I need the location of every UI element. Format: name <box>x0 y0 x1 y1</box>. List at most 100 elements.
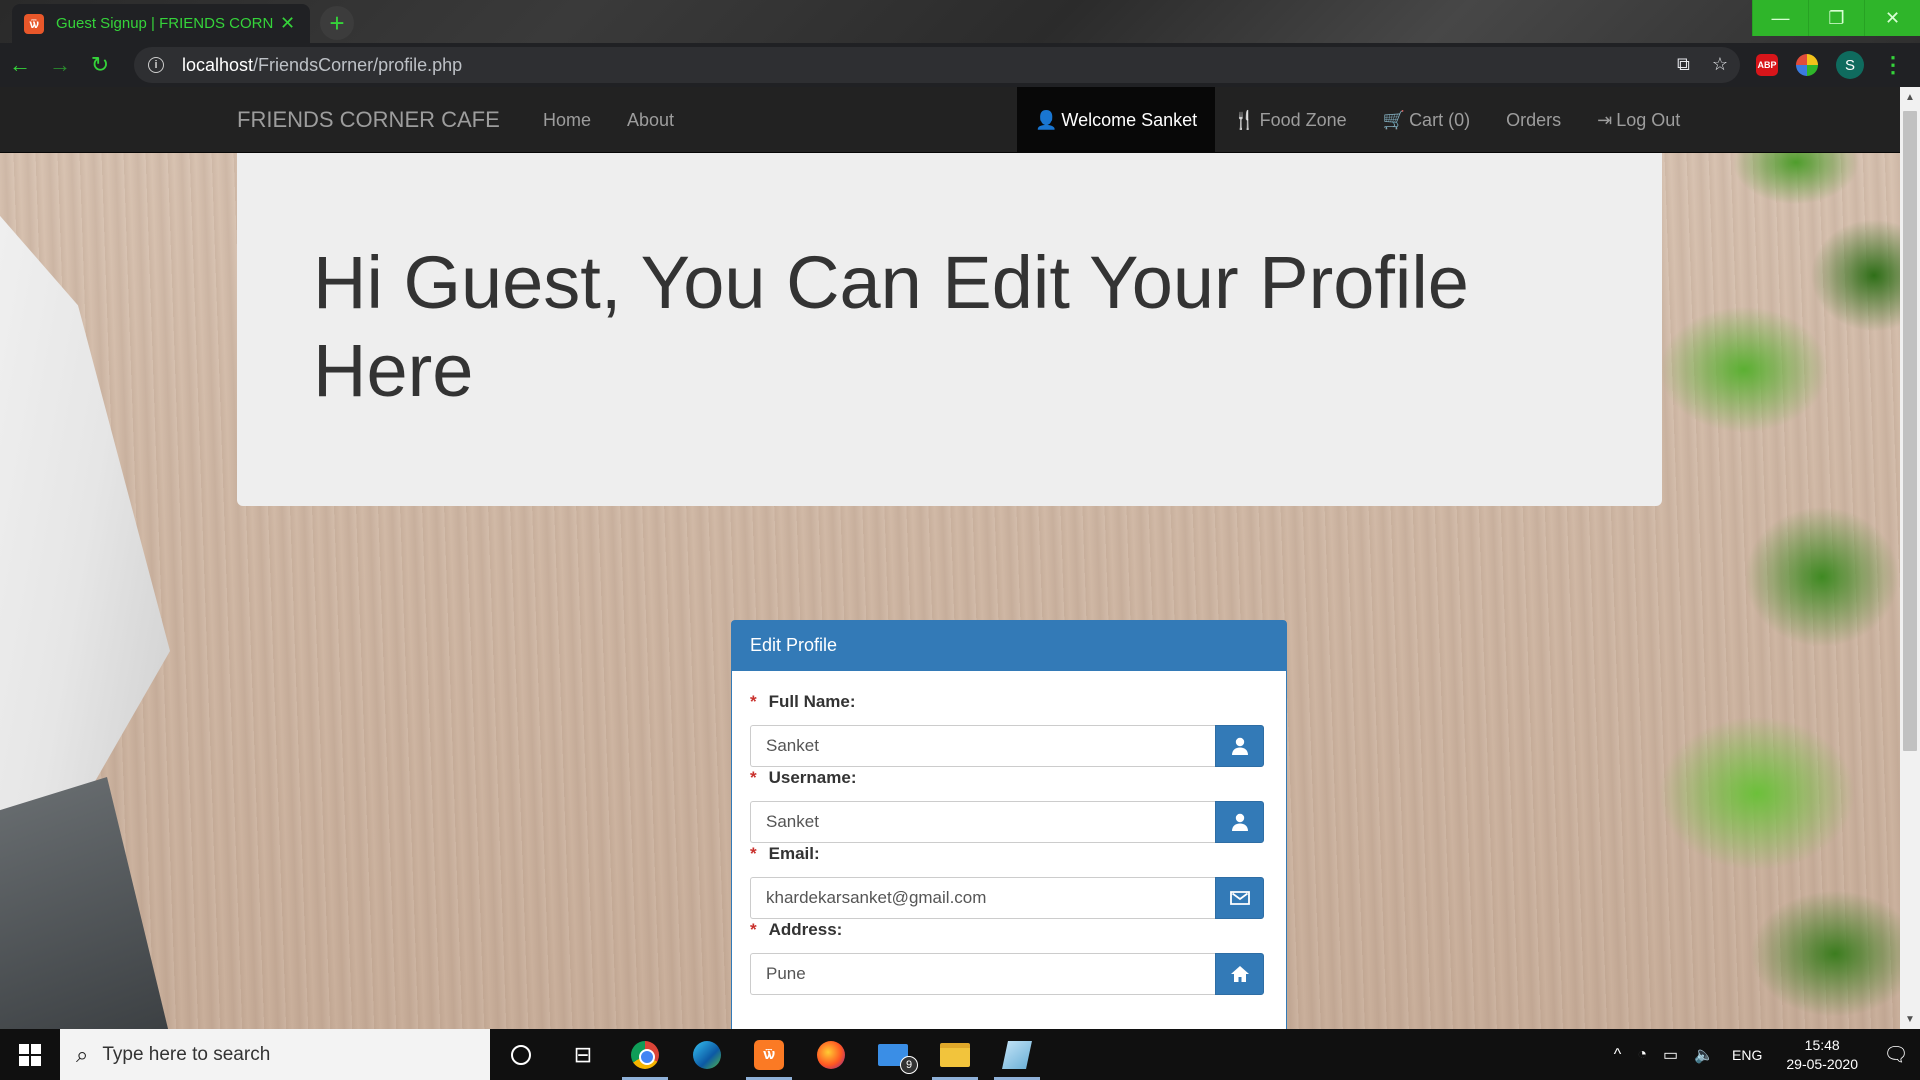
full-name-input[interactable] <box>750 725 1215 767</box>
address-label: * Address: <box>750 919 1264 941</box>
nav-food-zone[interactable]: 🍴 Food Zone <box>1215 87 1364 153</box>
reload-icon[interactable]: ↻ <box>80 47 120 83</box>
username-input[interactable] <box>750 801 1215 843</box>
cortana-icon <box>511 1044 531 1065</box>
required-marker: * <box>750 844 757 863</box>
username-input-group <box>750 801 1264 843</box>
edit-profile-panel: Edit Profile * Full Name: * Username: <box>731 620 1287 1029</box>
panel-heading: Edit Profile <box>732 621 1286 671</box>
forward-arrow-icon[interactable]: → <box>40 47 80 83</box>
extensions-area: ABP S ⋮ <box>1756 43 1920 87</box>
address-input[interactable] <box>750 953 1215 995</box>
taskbar-firefox[interactable] <box>800 1029 862 1080</box>
full-name-label-text: Full Name: <box>768 692 856 711</box>
user-icon[interactable] <box>1215 725 1264 767</box>
cart-icon: 🛒 <box>1382 110 1406 130</box>
address-bar[interactable]: i localhost/FriendsCorner/profile.php ⧉ … <box>134 47 1740 83</box>
knife-blade-background <box>0 147 170 867</box>
page-scrollbar[interactable]: ▲ ▼ <box>1900 87 1920 1029</box>
site-brand[interactable]: FRIENDS CORNER CAFE <box>237 107 500 133</box>
required-marker: * <box>750 692 757 711</box>
email-field[interactable] <box>750 877 1215 919</box>
adblock-plus-icon[interactable]: ABP <box>1756 54 1778 76</box>
username-label-text: Username: <box>768 768 857 787</box>
search-icon: ⌕ <box>76 1041 89 1067</box>
windows-logo-icon <box>19 1043 41 1066</box>
taskbar-file-explorer[interactable] <box>924 1029 986 1080</box>
taskbar-notes[interactable] <box>986 1029 1048 1080</box>
folder-icon <box>940 1042 970 1067</box>
bookmark-star-icon[interactable]: ☆ <box>1712 54 1728 75</box>
restore-button[interactable]: ❐ <box>1808 0 1864 36</box>
full-name-group: * Full Name: <box>750 691 1264 767</box>
system-tray: ^ ◔ ▭ 🔈 ENG 15:48 29-05-2020 🗨 <box>1606 1029 1920 1080</box>
scroll-up-arrow-icon[interactable]: ▲ <box>1900 87 1920 107</box>
nav-cart[interactable]: 🛒 Cart (0) <box>1365 87 1488 153</box>
logout-label: Log Out <box>1616 110 1681 130</box>
new-tab-button[interactable]: + <box>320 6 354 40</box>
scroll-thumb[interactable] <box>1903 111 1917 751</box>
url-text[interactable]: localhost/FriendsCorner/profile.php <box>182 55 462 76</box>
browser-tab[interactable]: ѿ Guest Signup | FRIENDS CORNER CAFE ✕ <box>12 4 310 43</box>
required-marker: * <box>750 920 757 939</box>
site-info-icon[interactable]: i <box>148 57 164 73</box>
user-icon[interactable] <box>1215 801 1264 843</box>
scroll-down-arrow-icon[interactable]: ▼ <box>1900 1009 1920 1029</box>
minimize-button[interactable]: — <box>1752 0 1808 36</box>
nav-home[interactable]: Home <box>525 87 609 153</box>
envelope-icon[interactable] <box>1215 877 1264 919</box>
email-input-group <box>750 877 1264 919</box>
xampp-favicon-icon: ѿ <box>24 13 44 34</box>
tab-title: Guest Signup | FRIENDS CORNER CAFE <box>56 15 274 32</box>
cortana-button[interactable] <box>490 1029 552 1080</box>
nav-orders[interactable]: Orders <box>1488 87 1579 153</box>
taskbar-clock[interactable]: 15:48 29-05-2020 <box>1772 1036 1872 1074</box>
window-controls: — ❐ ✕ <box>1752 0 1920 36</box>
cutlery-icon: 🍴 <box>1233 110 1256 130</box>
profile-avatar[interactable]: S <box>1836 51 1864 79</box>
wifi-icon[interactable]: ◔ <box>1629 1046 1655 1064</box>
page-title: Hi Guest, You Can Edit Your Profile Here <box>313 241 1469 412</box>
notification-center-icon[interactable]: 🗨 <box>1872 1029 1920 1080</box>
parsley-background <box>1640 87 1900 1029</box>
language-indicator[interactable]: ENG <box>1722 1047 1772 1063</box>
chevron-up-icon[interactable]: ^ <box>1606 1046 1630 1064</box>
back-arrow-icon[interactable]: ← <box>0 47 40 83</box>
browser-tab-strip: ѿ Guest Signup | FRIENDS CORNER CAFE ✕ +… <box>0 0 1920 43</box>
edge-icon <box>693 1040 721 1069</box>
chrome-icon <box>631 1040 659 1069</box>
taskbar-chrome[interactable] <box>614 1029 676 1080</box>
taskbar-xampp[interactable]: ѿ <box>738 1029 800 1080</box>
url-host: localhost <box>182 54 254 75</box>
chrome-menu-icon[interactable]: ⋮ <box>1882 52 1904 78</box>
tab-close-icon[interactable]: ✕ <box>280 13 295 34</box>
nav-about[interactable]: About <box>609 87 692 153</box>
battery-icon[interactable]: ▭ <box>1655 1045 1686 1065</box>
clock-time: 15:48 <box>1804 1036 1840 1053</box>
welcome-label: Welcome Sanket <box>1061 110 1198 130</box>
nav-logout[interactable]: ⇥ Log Out <box>1579 87 1698 153</box>
address-input-group <box>750 953 1264 995</box>
username-group: * Username: <box>750 767 1264 843</box>
nav-welcome-user[interactable]: 👤 Welcome Sanket <box>1017 87 1216 153</box>
task-view-icon: ⊟ <box>573 1041 593 1067</box>
translate-icon[interactable]: ⧉ <box>1677 54 1690 75</box>
close-window-button[interactable]: ✕ <box>1864 0 1920 36</box>
food-zone-label: Food Zone <box>1259 110 1347 130</box>
page-viewport: FRIENDS CORNER CAFE Home About 👤 Welcome… <box>0 87 1900 1029</box>
taskbar-search[interactable]: ⌕ Type here to search <box>60 1029 490 1080</box>
full-name-label: * Full Name: <box>750 691 1264 713</box>
windows-taskbar: ⌕ Type here to search ⊟ ѿ 9 ^ ◔ ▭ 🔈 ENG … <box>0 1029 1920 1080</box>
extension-icon[interactable] <box>1796 54 1818 76</box>
address-label-text: Address: <box>768 920 843 939</box>
taskbar-edge[interactable] <box>676 1029 738 1080</box>
full-name-input-group <box>750 725 1264 767</box>
address-group: * Address: <box>750 919 1264 995</box>
home-icon[interactable] <box>1215 953 1264 995</box>
start-button[interactable] <box>0 1029 60 1080</box>
user-icon: 👤 <box>1035 110 1058 130</box>
taskbar-mail[interactable]: 9 <box>862 1029 924 1080</box>
volume-icon[interactable]: 🔈 <box>1686 1045 1722 1065</box>
username-label: * Username: <box>750 767 1264 789</box>
task-view-button[interactable]: ⊟ <box>552 1029 614 1080</box>
